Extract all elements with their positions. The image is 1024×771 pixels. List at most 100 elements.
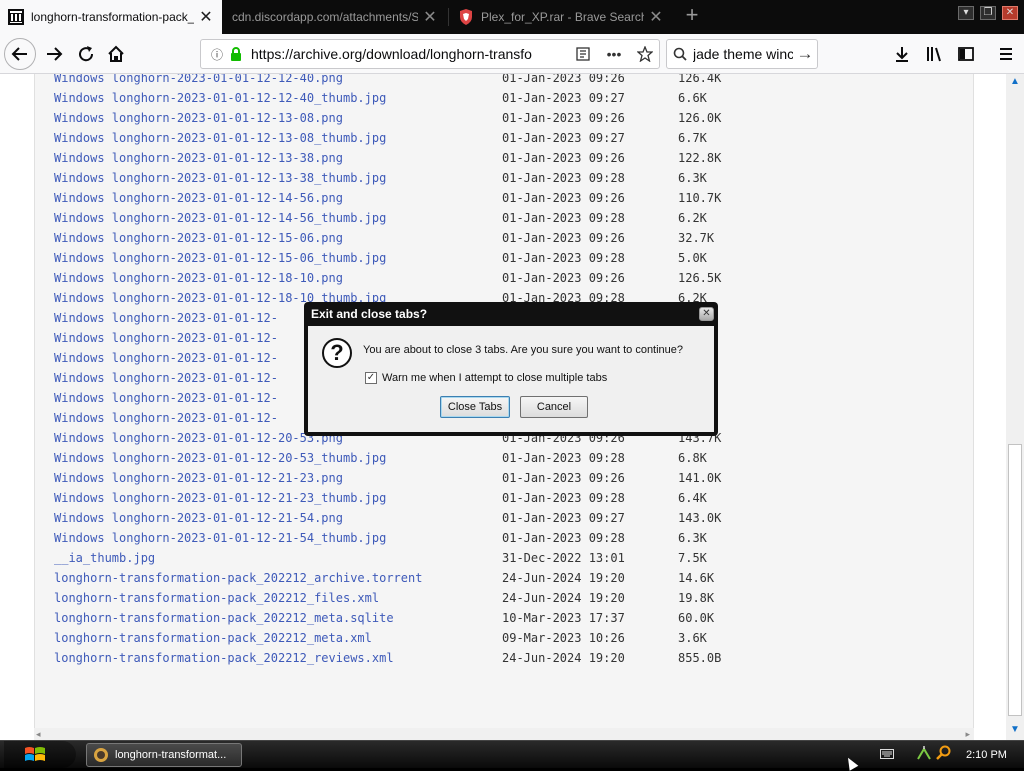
library-button[interactable] <box>920 40 948 68</box>
scrollbar-thumb[interactable] <box>1008 444 1022 716</box>
search-icon <box>667 47 693 61</box>
file-date: 31-Dec-2022 13:01 <box>502 551 625 565</box>
close-tabs-button[interactable]: Close Tabs <box>440 396 510 418</box>
sidebar-button[interactable] <box>952 40 980 68</box>
file-link[interactable]: Windows longhorn-2023-01-01-12-13-08.png <box>54 108 343 128</box>
file-link[interactable]: Windows longhorn-2023-01-01-12-21-23_thu… <box>54 488 386 508</box>
sidebar-icon <box>958 47 974 61</box>
file-link[interactable]: Windows longhorn-2023-01-01-12-12-40_thu… <box>54 88 386 108</box>
file-link[interactable]: Windows longhorn-2023-01-01-12-15-06_thu… <box>54 248 386 268</box>
file-link[interactable]: Windows longhorn-2023-01-01-12-20-53.png <box>54 428 343 448</box>
file-link[interactable]: Windows longhorn-2023-01-01-12-12-40.png <box>54 74 343 88</box>
dialog-title: Exit and close tabs? <box>311 307 428 321</box>
home-icon <box>108 45 124 62</box>
info-icon[interactable]: ⓘ <box>207 46 227 63</box>
file-size: 855.0B <box>678 651 722 665</box>
file-link[interactable]: Windows longhorn-2023-01-01-12- <box>54 348 278 368</box>
vertical-scrollbar[interactable]: ▲ ▼ <box>1006 74 1024 740</box>
file-link[interactable]: Windows longhorn-2023-01-01-12-14-56.png <box>54 188 343 208</box>
bookmark-star-icon[interactable] <box>631 46 659 62</box>
scroll-up-icon[interactable]: ▲ <box>1006 74 1024 90</box>
scroll-left-icon[interactable]: ◂ <box>36 728 41 740</box>
file-link[interactable]: Windows longhorn-2023-01-01-12-21-54.png <box>54 508 343 528</box>
url-bar[interactable]: ⓘ https://archive.org/download/longhorn-… <box>200 39 660 69</box>
file-link[interactable]: Windows longhorn-2023-01-01-12-14-56_thu… <box>54 208 386 228</box>
file-link[interactable]: Windows longhorn-2023-01-01-12-13-08_thu… <box>54 128 386 148</box>
file-link[interactable]: longhorn-transformation-pack_202212_revi… <box>54 648 394 668</box>
file-link[interactable]: Windows longhorn-2023-01-01-12-13-38_thu… <box>54 168 386 188</box>
navigation-toolbar: ⓘ https://archive.org/download/longhorn-… <box>0 34 1024 74</box>
tab-archive[interactable]: longhorn-transformation-pack_ ✕ <box>0 0 222 34</box>
horizontal-scrollbar[interactable]: ◂ ▸ <box>34 728 974 740</box>
taskbar-item-browser[interactable]: longhorn-transformat... <box>86 743 242 767</box>
cancel-button[interactable]: Cancel <box>520 396 588 418</box>
file-link[interactable]: longhorn-transformation-pack_202212_arch… <box>54 568 422 588</box>
search-input[interactable]: jade theme winc <box>693 46 793 62</box>
warn-checkbox[interactable]: ✓ <box>365 372 377 384</box>
file-link[interactable]: Windows longhorn-2023-01-01-12-21-23.png <box>54 468 343 488</box>
tab-label: longhorn-transformation-pack_ <box>31 10 194 24</box>
network-icon[interactable] <box>916 745 932 766</box>
file-link[interactable]: Windows longhorn-2023-01-01-12-13-38.png <box>54 148 343 168</box>
file-link[interactable]: Windows longhorn-2023-01-01-12- <box>54 388 278 408</box>
file-date: 01-Jan-2023 09:27 <box>502 511 625 525</box>
reload-button[interactable] <box>72 40 100 68</box>
forward-button[interactable] <box>40 40 68 68</box>
file-size: 126.0K <box>678 111 722 125</box>
file-link[interactable]: longhorn-transformation-pack_202212_file… <box>54 588 379 608</box>
file-size: 3.6K <box>678 631 707 645</box>
file-link[interactable]: longhorn-transformation-pack_202212_meta… <box>54 628 372 648</box>
archive-org-icon <box>8 9 24 25</box>
keyboard-icon[interactable] <box>880 746 894 764</box>
warn-checkbox-row[interactable]: ✓ Warn me when I attempt to close multip… <box>365 372 607 384</box>
file-size: 5.0K <box>678 251 707 265</box>
tab-close-icon[interactable]: ✕ <box>648 9 664 26</box>
tab-close-icon[interactable]: ✕ <box>422 9 438 26</box>
dialog-close-icon[interactable]: ✕ <box>699 307 714 321</box>
minimize-button[interactable]: ▾ <box>958 6 974 20</box>
start-button[interactable] <box>4 741 76 768</box>
file-link[interactable]: Windows longhorn-2023-01-01-12-21-54_thu… <box>54 528 386 548</box>
file-date: 01-Jan-2023 09:28 <box>502 451 625 465</box>
back-button[interactable] <box>4 38 36 70</box>
restore-button[interactable]: ❐ <box>980 6 996 20</box>
search-go-icon[interactable]: → <box>793 44 817 64</box>
tab-brave-search[interactable]: Plex_for_XP.rar - Brave Search ✕ <box>450 0 672 34</box>
new-tab-button[interactable]: + <box>680 4 704 28</box>
system-tray <box>880 741 952 769</box>
taskbar-item-label: longhorn-transformat... <box>115 749 227 761</box>
file-link[interactable]: __ia_thumb.jpg <box>54 548 155 568</box>
tab-close-icon[interactable]: ✕ <box>198 9 214 26</box>
page-actions-icon[interactable]: ••• <box>597 46 631 62</box>
file-size: 6.3K <box>678 171 707 185</box>
file-link[interactable]: Windows longhorn-2023-01-01-12- <box>54 308 278 328</box>
file-size: 126.4K <box>678 74 722 85</box>
close-window-button[interactable]: ✕ <box>1002 6 1018 20</box>
file-size: 126.5K <box>678 271 722 285</box>
lock-icon[interactable] <box>227 47 245 61</box>
tab-discord[interactable]: cdn.discordapp.com/attachments/S ✕ <box>224 0 446 34</box>
file-link[interactable]: Windows longhorn-2023-01-01-12-15-06.png <box>54 228 343 248</box>
search-bar[interactable]: jade theme winc → <box>666 39 818 69</box>
file-link[interactable]: longhorn-transformation-pack_202212_meta… <box>54 608 394 628</box>
warn-checkbox-label[interactable]: Warn me when I attempt to close multiple… <box>382 372 607 384</box>
taskbar: longhorn-transformat... 2:10 PM <box>0 740 1024 768</box>
menu-button[interactable] <box>992 40 1020 68</box>
search-tray-icon[interactable] <box>936 745 952 766</box>
dialog-body: ? You are about to close 3 tabs. Are you… <box>308 326 714 432</box>
file-link[interactable]: Windows longhorn-2023-01-01-12- <box>54 328 278 348</box>
file-date: 01-Jan-2023 09:28 <box>502 211 625 225</box>
hamburger-menu-icon <box>1000 48 1012 60</box>
file-link[interactable]: Windows longhorn-2023-01-01-12- <box>54 368 278 388</box>
scroll-down-icon[interactable]: ▼ <box>1006 722 1024 738</box>
file-link[interactable]: Windows longhorn-2023-01-01-12- <box>54 408 278 428</box>
reader-view-icon[interactable] <box>569 47 597 61</box>
file-size: 6.2K <box>678 211 707 225</box>
scroll-right-icon[interactable]: ▸ <box>965 728 970 740</box>
file-link[interactable]: Windows longhorn-2023-01-01-12-20-53_thu… <box>54 448 386 468</box>
dialog-message: You are about to close 3 tabs. Are you s… <box>363 344 684 356</box>
downloads-button[interactable] <box>888 40 916 68</box>
home-button[interactable] <box>102 40 130 68</box>
file-link[interactable]: Windows longhorn-2023-01-01-12-18-10.png <box>54 268 343 288</box>
close-tabs-dialog: Exit and close tabs? ✕ ? You are about t… <box>304 302 718 436</box>
